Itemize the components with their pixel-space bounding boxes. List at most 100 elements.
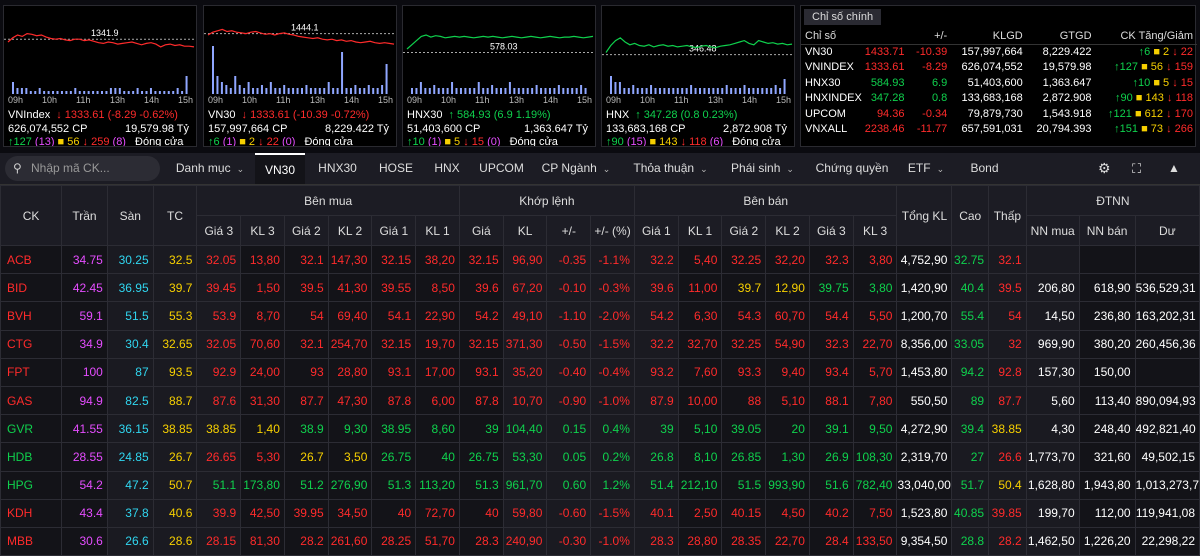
table-row[interactable]: HPG 54.2 47.2 50.7 51.1 173,80 51.2 276,90 51.3 1… <box>0 470 1200 500</box>
index-col-header: CK Tăng/Giảm <box>1095 28 1197 45</box>
group-buy: Bên mua <box>196 185 460 216</box>
price-cell: 40.2 <box>808 498 854 528</box>
table-row[interactable]: GVR 41.55 36.15 38.85 38.85 1,40 38.9 9,30 38.95… <box>0 414 1200 444</box>
table-row[interactable]: HDB 28.55 24.85 26.7 26.65 5,30 26.7 3,50 26.75 4… <box>0 442 1200 472</box>
volume-bar <box>52 91 55 94</box>
minichart-3[interactable]: 346.48 09h 10h 11h 13h 14h 15h HNX ↑ 347.28 (0.8… <box>601 5 795 147</box>
volume-bar <box>761 88 764 94</box>
table-row[interactable]: BID 42.45 36.95 39.7 39.45 1,50 39.5 41,30 39.55… <box>0 273 1200 303</box>
table-row[interactable]: GAS 94.9 82.5 88.7 87.6 31,30 87.7 47,30 87.8 6,0… <box>0 385 1200 416</box>
index-breadth-cell: ↑151 ■ 73 ↓ 266 <box>1114 123 1193 136</box>
time-tick: 09h <box>606 95 622 105</box>
symbol-cell[interactable]: GAS <box>0 385 63 416</box>
symbol-cell[interactable]: CTG <box>0 329 63 359</box>
tab-chứng-quyền[interactable]: Chứng quyền <box>812 153 892 184</box>
search-input[interactable]: ⚲ Nhập mã CK... <box>5 156 160 181</box>
index-name: VNXALL 2238.46 <box>805 123 905 136</box>
price-cell: 5,40 <box>677 244 723 275</box>
volume-bar <box>765 88 768 94</box>
symbol-cell[interactable]: HDB <box>0 442 63 472</box>
subcol-header: +/- (%) <box>590 215 635 246</box>
price-cell: 8,356,00 <box>896 329 953 359</box>
minichart-1[interactable]: 1444.1 09h 10h 11h 13h 14h 15h VN30 ↓ 1333.61 (-… <box>203 5 397 147</box>
symbol-cell[interactable]: ACB <box>0 244 63 275</box>
price-cell: 55.3 <box>152 301 198 331</box>
volume-bar <box>345 88 348 94</box>
tab-bond[interactable]: Bond <box>962 153 1007 184</box>
tab-hnx[interactable]: HNX <box>426 153 468 184</box>
index-panel-tab[interactable]: Chỉ số chính <box>804 9 882 25</box>
symbol-cell[interactable]: HPG <box>0 470 63 500</box>
toolbar: ⚲ Nhập mã CK... Danh mục ⌄ VN30 HNX30 HOSE HN… <box>0 153 1200 185</box>
table-row[interactable]: CTG 34.9 30.4 32.65 32.05 70,60 32.1 254,70 32.1… <box>0 329 1200 359</box>
tab-hose[interactable]: HOSE <box>372 153 420 184</box>
tab-phái-sinh[interactable]: Phái sinh ⌄ <box>725 153 800 184</box>
index-row[interactable]: VN30 1433.71 -10.39 157,997,664 8,229.422 ↑6 … <box>801 44 1197 60</box>
volume-bar <box>504 88 507 94</box>
price-cell: 4,272,90 <box>896 414 953 444</box>
price-cell: 60,70 <box>765 301 810 331</box>
subcol-header: Giá 2 <box>283 215 329 246</box>
volume-bar <box>12 82 14 94</box>
tab-hnx30[interactable]: HNX30 <box>310 153 365 184</box>
table-row[interactable]: BVH 59.1 51.5 55.3 53.9 8,70 54 69,40 54.1 22,90 5… <box>0 301 1200 331</box>
minichart-0[interactable]: 1341.9 09h 10h 11h 13h 14h 15h VNIndex ↓ 1333.61… <box>3 5 197 147</box>
tab-upcom[interactable]: UPCOM <box>474 153 529 184</box>
time-tick: 10h <box>640 95 656 105</box>
index-row[interactable]: VNINDEX 1333.61 -8.29 626,074,552 19,579.98 ↑… <box>801 60 1197 76</box>
minichart-2[interactable]: 578.03 09h 10h 11h 13h 14h 15h HNX30 ↑ 584.93 (6… <box>402 5 596 147</box>
price-cell: 550,50 <box>896 385 953 416</box>
index-row[interactable]: HNXINDEX 347.28 0.8 133,683,168 2,872.908 ↑90… <box>801 91 1197 107</box>
price-cell: 92.9 <box>196 357 242 387</box>
symbol-cell[interactable]: FPT <box>0 357 63 387</box>
symbol-cell[interactable]: GVR <box>0 414 63 444</box>
price-cell: 28.3 <box>458 526 504 556</box>
chevron-down-icon: ⌄ <box>936 164 945 174</box>
price-cell: 1,943,80 <box>1078 470 1136 500</box>
index-row[interactable]: UPCOM 94.36 -0.34 79,879,730 1,543.918 ↑121 ■… <box>801 106 1197 122</box>
tab-etf[interactable]: ETF ⌄ <box>901 153 951 184</box>
table-row[interactable]: FPT 100 87 93.5 92.9 24,00 93 28,80 93.1 17,00 93.… <box>0 357 1200 387</box>
volume-bar <box>685 88 688 94</box>
index-volume: 626,074,552 CP 19,579.98 Tỷ <box>8 123 190 135</box>
tab-danh-mục[interactable]: Danh mục ⌄ <box>170 153 250 184</box>
price-cell: -0.50 <box>546 329 592 359</box>
price-cell: 38,20 <box>415 244 460 275</box>
volume-bar <box>491 85 494 94</box>
table-row[interactable]: ACB 34.75 30.25 32.5 32.05 13,80 32.1 147,30 32.… <box>0 244 1200 275</box>
price-cell: 4,752,90 <box>896 244 953 275</box>
price-cell: 24,00 <box>240 357 285 387</box>
index-row[interactable]: HNX30 584.93 6.9 51,403,600 1,363.647 ↑10 ■ 5… <box>801 75 1197 91</box>
tab-cp-ngành[interactable]: CP Ngành ⌄ <box>536 153 616 184</box>
price-cell: 39 <box>633 414 679 444</box>
symbol-cell[interactable]: KDH <box>0 498 63 528</box>
subcol-header: NN mua <box>1025 215 1080 246</box>
price-cell: 34,50 <box>327 498 373 528</box>
table-row[interactable]: MBB 30.6 26.6 28.6 28.15 81,30 28.2 261,60 28.25… <box>0 526 1200 556</box>
volume-bar <box>636 88 639 94</box>
index-cell: 1,543.918 <box>1042 107 1092 120</box>
symbol-cell[interactable]: BID <box>0 273 63 303</box>
subcol-header: Giá 1 <box>633 215 679 246</box>
index-summary: HNX ↑ 347.28 (0.8 0.23%) <box>606 109 738 121</box>
price-cell: 782,40 <box>852 470 898 500</box>
price-cell: 4,50 <box>765 498 810 528</box>
symbol-cell[interactable]: BVH <box>0 301 63 331</box>
index-row[interactable]: VNXALL 2238.46 -11.77 657,591,031 20,794.393… <box>801 122 1197 138</box>
symbol-cell[interactable]: MBB <box>0 526 63 556</box>
collapse-icon[interactable]: ▲ <box>1168 153 1180 184</box>
price-cell: 53,30 <box>502 442 548 472</box>
tab-vn30[interactable]: VN30 <box>255 153 305 184</box>
volume-bar <box>610 76 612 94</box>
price-cell: 32.3 <box>808 244 854 275</box>
volume-bar <box>145 91 148 94</box>
tab-thỏa-thuận[interactable]: Thỏa thuận ⌄ <box>628 153 713 184</box>
volume-bar <box>699 88 701 94</box>
settings-icon[interactable]: ⚙ <box>1098 153 1111 184</box>
price-cell: 240,90 <box>502 526 548 556</box>
time-tick: 15h <box>178 95 194 105</box>
price-cell: 93 <box>283 357 329 387</box>
table-row[interactable]: KDH 43.4 37.8 40.6 39.9 42,50 39.95 34,50 40 72,7… <box>0 498 1200 528</box>
price-cell: 254,70 <box>327 329 373 359</box>
fullscreen-icon[interactable]: ⛶ <box>1132 153 1141 184</box>
